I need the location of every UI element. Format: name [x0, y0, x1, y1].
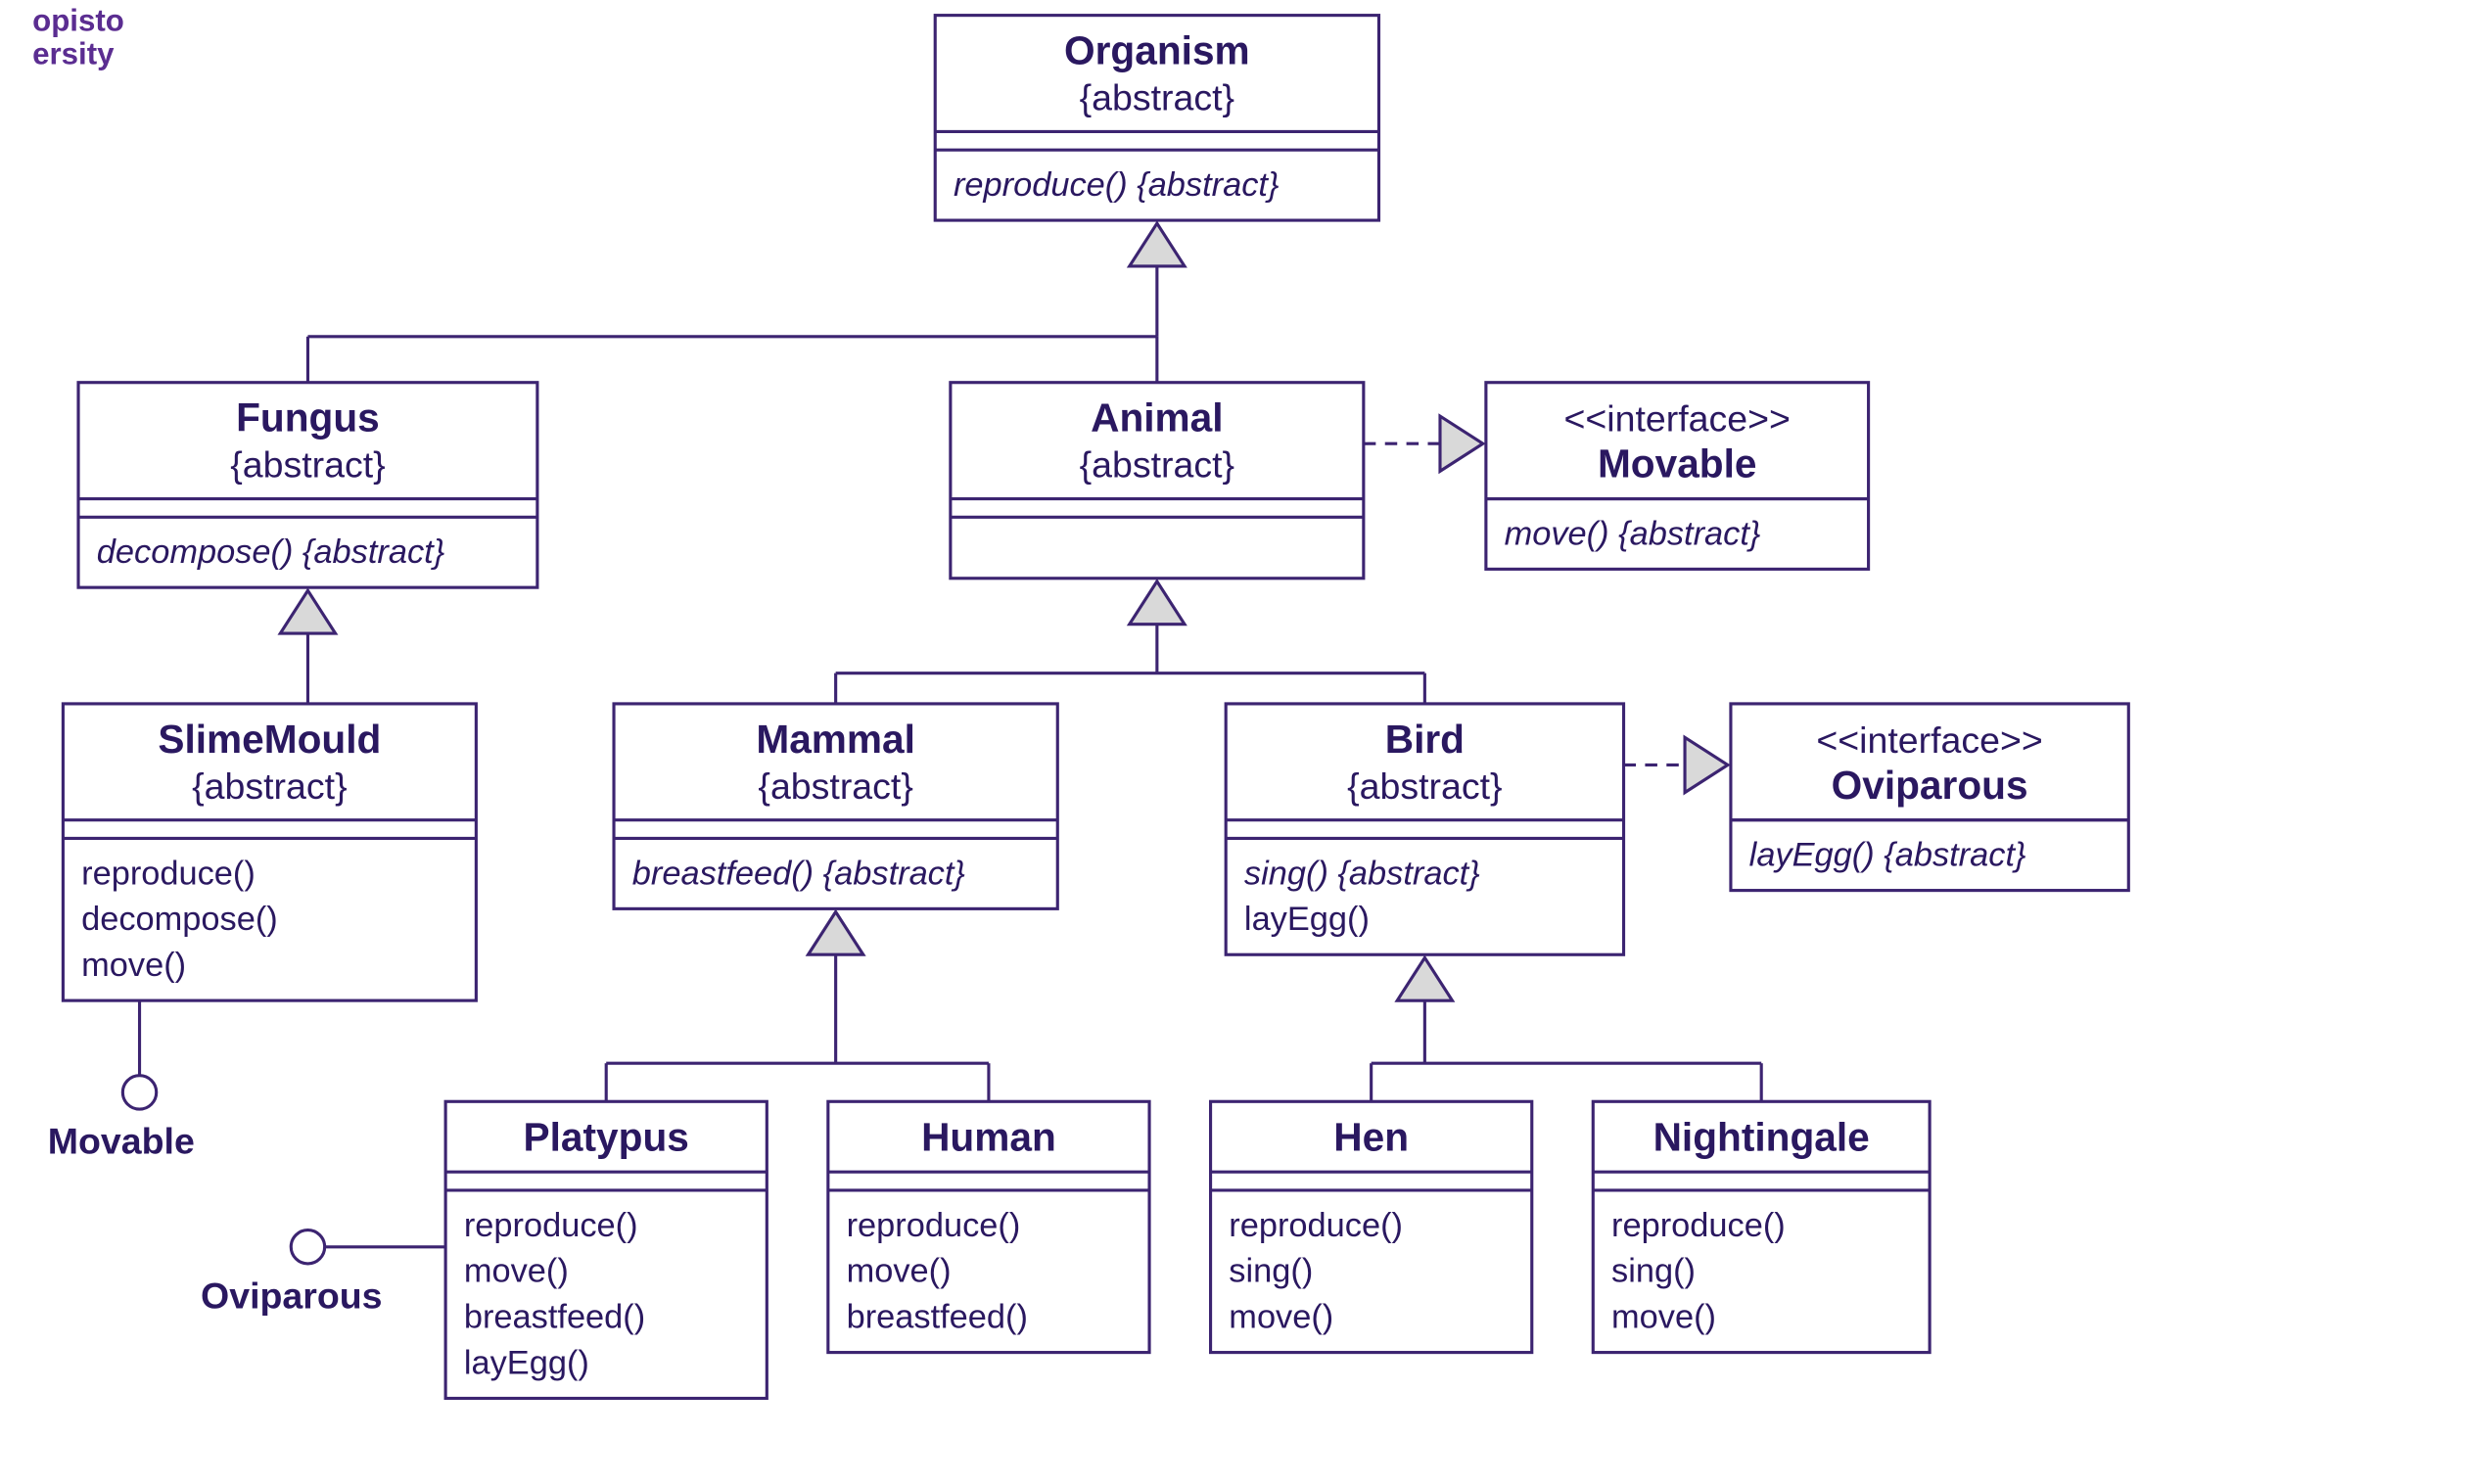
class-platypus-method: layEgg() — [464, 1344, 589, 1381]
generalization-arrow — [1130, 223, 1185, 266]
class-mammal-method: breastfeed() {abstract} — [632, 855, 965, 892]
class-organism-method: reproduce() {abstract} — [954, 166, 1279, 204]
class-oviparous-method: layEgg() {abstract} — [1749, 837, 2026, 874]
class-bird-name: Bird — [1385, 717, 1465, 762]
class-animal-name: Animal — [1091, 395, 1223, 441]
generalization-arrow — [1397, 957, 1452, 1000]
lollipop-movable-label: Movable — [48, 1120, 195, 1161]
lollipop-oviparous — [291, 1230, 324, 1264]
class-slime-method: move() — [81, 947, 186, 984]
generalization-arrow — [280, 590, 335, 633]
class-mammal-name: {abstract} — [758, 765, 912, 807]
class-fungus-name: {abstract} — [230, 444, 385, 486]
class-platypus-name: Platypus — [524, 1114, 689, 1159]
class-nightingale-method: sing() — [1611, 1253, 1696, 1290]
class-slime-method: reproduce() — [81, 855, 256, 892]
lollipop-oviparous-label: Oviparous — [201, 1275, 382, 1316]
class-hen-method: reproduce() — [1229, 1207, 1403, 1244]
realization-arrow — [1440, 416, 1483, 471]
class-hen-method: sing() — [1229, 1253, 1313, 1290]
class-nightingale-method: reproduce() — [1611, 1207, 1786, 1244]
class-bird-method: layEgg() — [1244, 901, 1370, 938]
class-hen-method: move() — [1229, 1299, 1333, 1336]
class-fungus-name: Fungus — [236, 395, 380, 441]
class-bird-name: {abstract} — [1347, 765, 1502, 807]
class-human-method: reproduce() — [847, 1207, 1021, 1244]
class-platypus-method: breastfeed() — [464, 1299, 645, 1336]
class-human-method: breastfeed() — [847, 1299, 1028, 1336]
realization-arrow — [1685, 737, 1728, 792]
class-platypus-method: move() — [464, 1253, 569, 1290]
class-mammal-name: Mammal — [756, 717, 915, 762]
generalization-arrow — [809, 911, 863, 954]
class-animal-name: {abstract} — [1080, 444, 1234, 486]
lollipop-movable — [122, 1076, 156, 1109]
class-oviparous-name: <<interface>> — [1816, 719, 2042, 761]
watermark: ersity — [32, 37, 115, 71]
class-human-method: move() — [847, 1253, 952, 1290]
class-organism-name: Organism — [1064, 28, 1250, 73]
class-fungus-method: decompose() {abstract} — [97, 533, 444, 571]
class-hen-name: Hen — [1333, 1114, 1409, 1159]
watermark: opisto — [32, 3, 124, 37]
uml-class-diagram: opistoersityOrganism{abstract}reproduce(… — [0, 0, 2467, 1484]
generalization-arrow — [1130, 581, 1185, 625]
class-nightingale-method: move() — [1611, 1299, 1716, 1336]
class-nightingale-name: Nightingale — [1653, 1114, 1870, 1159]
class-organism-name: {abstract} — [1080, 77, 1234, 118]
class-oviparous-name: Oviparous — [1832, 763, 2028, 808]
class-bird-method: sing() {abstract} — [1244, 855, 1480, 892]
class-human-name: Human — [921, 1114, 1056, 1159]
class-platypus-method: reproduce() — [464, 1207, 638, 1244]
class-movable-name: Movable — [1598, 441, 1757, 487]
class-movable-method: move() {abstract} — [1505, 515, 1761, 552]
class-slime-name: {abstract} — [192, 765, 347, 807]
class-slime-name: SlimeMould — [158, 717, 381, 762]
class-movable-name: <<interface>> — [1564, 398, 1791, 440]
class-slime-method: decompose() — [81, 901, 278, 938]
